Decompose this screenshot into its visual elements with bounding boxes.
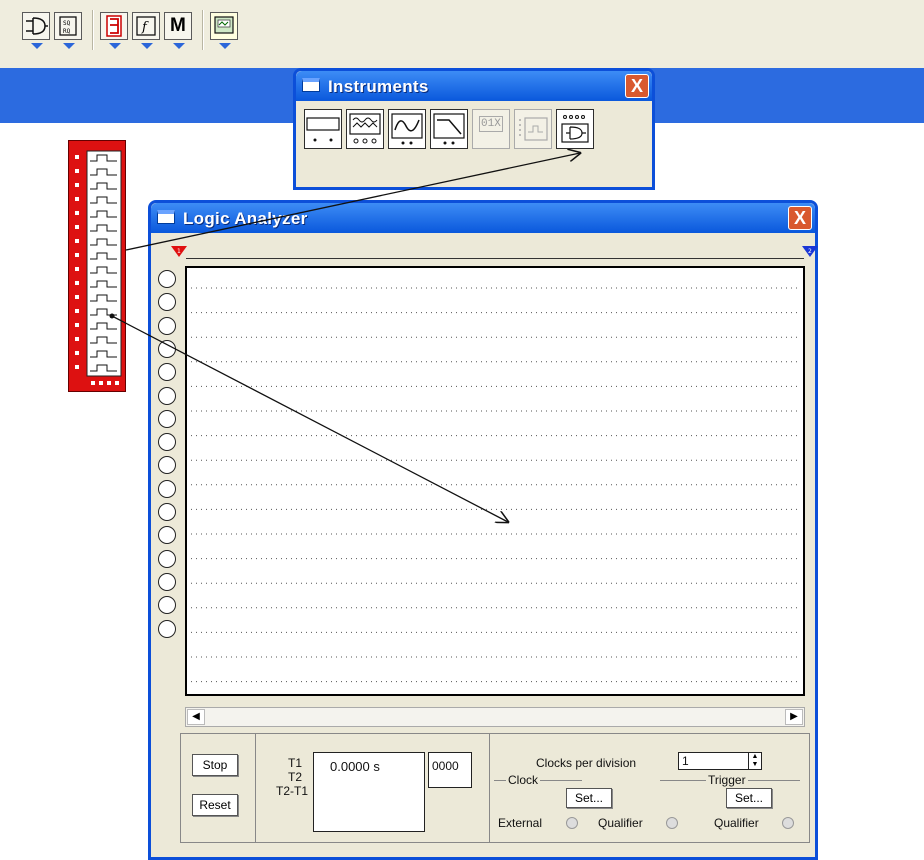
reset-button[interactable]: Reset (192, 794, 238, 816)
channel-terminal[interactable] (158, 386, 176, 405)
horizontal-scrollbar[interactable]: ◀ ▶ (185, 707, 805, 727)
logic-analyzer-display (185, 266, 805, 696)
svg-text:RQ: RQ (63, 28, 71, 35)
close-button[interactable]: X (788, 206, 812, 230)
time-readout: 0.0000 s (313, 752, 425, 832)
t1-marker-label: 1 (177, 248, 181, 255)
toolbar-separator (202, 10, 204, 50)
toolbar-separator (92, 10, 94, 50)
channel-terminal[interactable] (158, 433, 176, 452)
clock-qualifier-label: Qualifier (598, 816, 643, 830)
svg-text:f: f (141, 20, 149, 35)
channel-terminal[interactable] (158, 339, 176, 358)
logic-analyzer-titlebar[interactable]: Logic Analyzer X (151, 203, 815, 233)
external-label: External (498, 816, 543, 830)
clocks-per-division-value: 1 (682, 754, 689, 768)
panel-divider (255, 734, 256, 842)
cursor-track (186, 258, 804, 259)
spinner-icon[interactable]: ▲ ▼ (748, 753, 761, 769)
trigger-set-button[interactable]: Set... (726, 788, 772, 808)
t2-marker-label: 2 (808, 248, 812, 255)
clock-group-label: Clock (506, 773, 541, 787)
clocks-per-division-label: Clocks per division (536, 756, 637, 770)
component-toolbar: SQ RQ f M (0, 0, 924, 68)
cursor-t1-marker[interactable]: 1 (170, 245, 188, 259)
logic-analyzer-component[interactable] (68, 140, 126, 392)
flipflop-icon[interactable]: SQ RQ (54, 12, 82, 49)
hex-readout: 0000 (428, 752, 472, 788)
channel-terminal[interactable] (158, 572, 176, 591)
clock-qualifier-radio[interactable] (666, 817, 678, 829)
function-generator-icon[interactable] (346, 109, 384, 149)
logic-analyzer-icon[interactable] (514, 109, 552, 149)
logic-analyzer-title: Logic Analyzer (183, 209, 308, 228)
channel-terminal[interactable] (158, 479, 176, 498)
mixed-icon[interactable]: M (164, 12, 192, 49)
instruments-title: Instruments (328, 77, 429, 96)
svg-text:SQ: SQ (63, 20, 71, 27)
trigger-group-label: Trigger (706, 773, 748, 787)
mixed-label: M (170, 15, 186, 36)
word-generator-label: 01X (479, 116, 503, 132)
gate-icon[interactable] (22, 12, 50, 49)
external-radio[interactable] (566, 817, 578, 829)
instruments-titlebar[interactable]: Instruments X (296, 71, 652, 101)
scroll-right-button[interactable]: ▶ (785, 709, 803, 725)
channel-terminal[interactable] (158, 270, 176, 288)
trigger-qualifier-radio[interactable] (782, 817, 794, 829)
oscilloscope-icon[interactable] (388, 109, 426, 149)
time-value: 0.0000 s (330, 759, 380, 774)
cursor-t2-marker[interactable]: 2 (801, 245, 819, 259)
t2-t1-label: T2-T1 (276, 784, 309, 798)
seven-segment-icon[interactable] (100, 12, 128, 49)
panel-divider (489, 734, 490, 842)
word-generator-icon[interactable]: 01X (472, 109, 510, 149)
hex-value: 0000 (432, 759, 459, 773)
window-icon (157, 210, 175, 224)
channel-terminal[interactable] (158, 503, 176, 521)
clocks-per-division-input[interactable]: 1 ▲ ▼ (678, 752, 762, 770)
channel-terminal[interactable] (158, 619, 176, 638)
t2-label: T2 (288, 770, 303, 784)
window-icon (302, 78, 320, 92)
channel-terminal[interactable] (158, 409, 176, 428)
clock-set-button[interactable]: Set... (566, 788, 612, 808)
instruments-window: Instruments X 01X (293, 68, 655, 190)
logic-converter-icon[interactable] (556, 109, 594, 149)
instruments-icon[interactable] (210, 12, 238, 49)
close-button[interactable]: X (625, 74, 649, 98)
multimeter-icon[interactable] (304, 109, 342, 149)
channel-terminal[interactable] (158, 549, 176, 568)
t1-label: T1 (288, 756, 303, 770)
bode-plotter-icon[interactable] (430, 109, 468, 149)
trigger-qualifier-label: Qualifier (714, 816, 759, 830)
scroll-left-button[interactable]: ◀ (187, 709, 205, 725)
channel-terminal[interactable] (158, 316, 176, 335)
stop-button[interactable]: Stop (192, 754, 238, 776)
function-icon[interactable]: f (132, 12, 160, 49)
